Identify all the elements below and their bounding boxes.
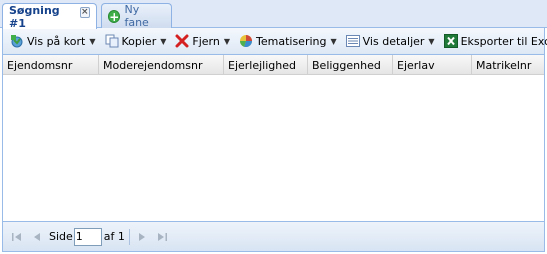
results-panel: Vis på kort ▼ Kopier ▼ Fjern ▼ Tematiser… (2, 28, 547, 252)
chevron-down-icon: ▼ (89, 36, 96, 46)
grid-header: Ejendomsnr Moderejendomsnr Ejerlejlighed… (3, 55, 544, 75)
tab-strip: Søgning #1 × + Ny fane (0, 0, 547, 30)
details-list-icon (345, 34, 360, 48)
theming-label: Tematisering (256, 34, 327, 48)
column-header-ejendomsnr[interactable]: Ejendomsnr (3, 55, 99, 75)
previous-page-icon[interactable] (29, 229, 45, 245)
chevron-down-icon: ▼ (160, 36, 167, 46)
tab-search-1[interactable]: Søgning #1 × (2, 3, 97, 30)
next-page-icon[interactable] (134, 229, 150, 245)
toolbar: Vis på kort ▼ Kopier ▼ Fjern ▼ Tematiser… (3, 28, 547, 55)
copy-label: Kopier (121, 34, 157, 48)
column-header-beliggenhed[interactable]: Beliggenhed (308, 55, 393, 75)
tab-label: Søgning #1 (9, 3, 60, 30)
last-page-icon[interactable] (154, 229, 170, 245)
column-header-ejerlav[interactable]: Ejerlav (393, 55, 472, 75)
column-header-ejerlejlighed[interactable]: Ejerlejlighed (224, 55, 308, 75)
first-page-icon[interactable] (9, 229, 25, 245)
map-add-icon (10, 34, 24, 48)
theming-button[interactable]: Tematisering ▼ (236, 30, 340, 52)
copy-icon (105, 34, 119, 48)
tab-new[interactable]: + Ny fane (101, 3, 172, 29)
remove-button[interactable]: Fjern ▼ (172, 30, 233, 52)
chevron-down-icon: ▼ (223, 36, 230, 46)
export-excel-button[interactable]: Eksporter til Excel ▼ (441, 30, 547, 52)
remove-label: Fjern (192, 34, 220, 48)
separator (128, 228, 130, 245)
paging-toolbar: Side af 1 (3, 221, 544, 251)
chevron-down-icon: ▼ (428, 36, 435, 46)
show-on-map-label: Vis på kort (27, 34, 86, 48)
column-header-matrikelnr[interactable]: Matrikelnr (472, 55, 544, 75)
delete-x-icon (175, 34, 189, 48)
pie-chart-icon (239, 34, 253, 48)
export-excel-label: Eksporter til Excel (460, 34, 547, 48)
excel-icon (443, 34, 458, 48)
grid-body (3, 75, 544, 220)
chevron-down-icon: ▼ (330, 36, 337, 46)
tab-label: Ny fane (124, 3, 149, 29)
show-details-label: Vis detaljer (362, 34, 425, 48)
copy-button[interactable]: Kopier ▼ (102, 30, 170, 52)
page-label: Side (49, 230, 73, 243)
page-count-label: af 1 (103, 230, 125, 243)
page-number-input[interactable] (73, 227, 102, 246)
column-header-moderejendomsnr[interactable]: Moderejendomsnr (99, 55, 224, 75)
show-details-button[interactable]: Vis detaljer ▼ (343, 30, 438, 52)
show-on-map-button[interactable]: Vis på kort ▼ (7, 30, 99, 52)
close-icon[interactable]: × (79, 7, 90, 18)
plus-icon: + (108, 9, 121, 24)
